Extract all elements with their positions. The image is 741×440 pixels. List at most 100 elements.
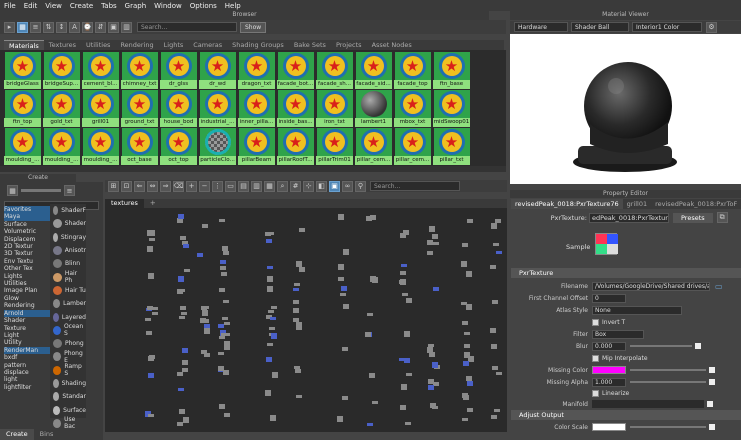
filter-dropdown[interactable]: Box	[592, 329, 644, 339]
view-list-icon[interactable]: ≡	[30, 21, 41, 33]
graph-node[interactable]	[202, 310, 208, 316]
menu-view[interactable]: View	[41, 2, 66, 10]
section-pxrtexture[interactable]: PxrTexture	[511, 268, 741, 278]
menu-edit[interactable]: Edit	[20, 2, 42, 10]
graph-node[interactable]	[402, 293, 408, 296]
graph-node[interactable]	[266, 239, 272, 243]
graph-node[interactable]	[181, 312, 187, 315]
node-type-item[interactable]: Phong	[50, 337, 86, 350]
missing-color-swatch[interactable]	[592, 366, 626, 374]
graph-node[interactable]	[184, 269, 190, 272]
graph-node[interactable]	[218, 352, 224, 355]
material-swatch[interactable]: ★ ground_txt	[121, 90, 158, 127]
graph-node[interactable]	[147, 246, 153, 252]
material-swatch[interactable]: ★ cement_bl...	[82, 52, 119, 89]
material-swatch[interactable]: ★ midSwoop01	[433, 90, 470, 127]
blur-map-icon[interactable]	[695, 343, 701, 349]
graph-node[interactable]	[267, 286, 273, 292]
graph-node[interactable]	[433, 287, 439, 291]
atlas-dropdown[interactable]: None	[592, 305, 682, 315]
tab-cameras[interactable]: Cameras	[188, 40, 227, 50]
tab-pxrtof[interactable]: revisedPeak_0018:PxrToF	[651, 199, 741, 209]
graph-node[interactable]	[491, 415, 497, 419]
tree-item[interactable]: 3D Textur	[4, 250, 50, 257]
graph-node[interactable]	[147, 306, 153, 310]
graph-node[interactable]	[496, 251, 502, 254]
graph-node[interactable]	[370, 276, 376, 282]
graph-node[interactable]	[267, 343, 273, 346]
graph-node[interactable]	[148, 356, 154, 361]
graph-node[interactable]	[220, 260, 226, 264]
graph-node[interactable]	[462, 393, 468, 398]
graph-node[interactable]	[221, 272, 227, 276]
menu-file[interactable]: File	[0, 2, 20, 10]
tree-item[interactable]: Displacem	[4, 236, 50, 243]
graph-node[interactable]	[152, 312, 158, 315]
first-channel-field[interactable]: 0	[592, 293, 626, 303]
tree-item[interactable]: Arnold	[4, 309, 50, 318]
tree-item[interactable]: Favorites	[4, 206, 50, 214]
node-type-item[interactable]: Anisotr	[50, 244, 86, 257]
color-scale-slider[interactable]	[630, 426, 706, 428]
sort-name-icon[interactable]: A	[69, 21, 80, 33]
graph-node[interactable]	[432, 362, 438, 368]
renderer-dropdown[interactable]: Hardware	[514, 22, 568, 32]
material-swatch[interactable]: ★ oct_base	[121, 128, 158, 165]
node-type-item[interactable]: Hair Tu	[50, 284, 86, 297]
graph-node[interactable]	[148, 373, 154, 378]
graph-node[interactable]	[203, 306, 209, 309]
material-swatch[interactable]: ★ ftn_base	[433, 52, 470, 89]
graph-node[interactable]	[405, 422, 411, 425]
copy-tab-icon[interactable]: ⧉	[716, 212, 728, 223]
graph-node[interactable]	[467, 408, 473, 412]
graph-node[interactable]	[401, 264, 407, 267]
mip-checkbox[interactable]	[592, 354, 599, 362]
menu-create[interactable]: Create	[66, 2, 97, 10]
graph-node[interactable]	[180, 306, 186, 310]
graph-node[interactable]	[177, 372, 183, 376]
graph-node[interactable]	[462, 418, 468, 421]
material-swatch[interactable]: ★ pillar_cem...	[355, 128, 392, 165]
tab-textures[interactable]: Textures	[44, 40, 81, 50]
material-swatch[interactable]: ★ bridgeGlass	[4, 52, 41, 89]
graph-node[interactable]	[147, 230, 153, 236]
graph-node[interactable]	[492, 366, 498, 370]
tab-bins[interactable]: Bins	[34, 429, 60, 440]
graph-node[interactable]	[406, 373, 412, 376]
graph-node[interactable]	[224, 413, 230, 417]
tab-create[interactable]: Create	[0, 429, 34, 440]
tab-shading-groups[interactable]: Shading Groups	[227, 40, 289, 50]
menu-help[interactable]: Help	[221, 2, 245, 10]
graph-node[interactable]	[466, 376, 472, 381]
graph-node[interactable]	[293, 308, 299, 313]
tree-item[interactable]: Shader	[4, 317, 50, 324]
material-swatch[interactable]: ★ chimney_txt	[121, 52, 158, 89]
graph-node[interactable]	[342, 396, 348, 400]
graph-node[interactable]	[203, 319, 209, 323]
graph-node[interactable]	[296, 261, 302, 267]
menu-tabs[interactable]: Tabs	[97, 2, 121, 10]
graph-node[interactable]	[293, 318, 299, 322]
graph-node[interactable]	[179, 409, 185, 414]
graph-node[interactable]	[223, 300, 229, 303]
graph-node[interactable]	[464, 344, 470, 348]
graph-io-icon[interactable]: ⇔	[147, 180, 158, 192]
graph-snap-icon[interactable]: ⊹	[303, 180, 314, 192]
graph-node[interactable]	[338, 264, 344, 270]
graph-remove-icon[interactable]: −	[199, 180, 210, 192]
material-swatch[interactable]: ★ facade_bot...	[277, 52, 314, 89]
graph-node[interactable]	[338, 277, 344, 281]
graph-node[interactable]	[294, 283, 300, 286]
graph-node[interactable]	[219, 404, 225, 409]
graph-node[interactable]	[406, 298, 412, 303]
graph-layout-icon[interactable]: ⋮	[212, 180, 223, 192]
tree-item[interactable]: Volumetric	[4, 228, 50, 235]
graph-frame-sel-icon[interactable]: ⊡	[121, 180, 132, 192]
manifold-map-icon[interactable]	[707, 401, 713, 407]
graph-node[interactable]	[266, 357, 272, 362]
graph-node[interactable]	[463, 361, 469, 366]
graph-node[interactable]	[268, 310, 274, 313]
swatch-size-icon[interactable]: ▣	[108, 21, 119, 33]
graph-node[interactable]	[403, 230, 409, 235]
folder-icon[interactable]: ▭	[715, 282, 723, 291]
